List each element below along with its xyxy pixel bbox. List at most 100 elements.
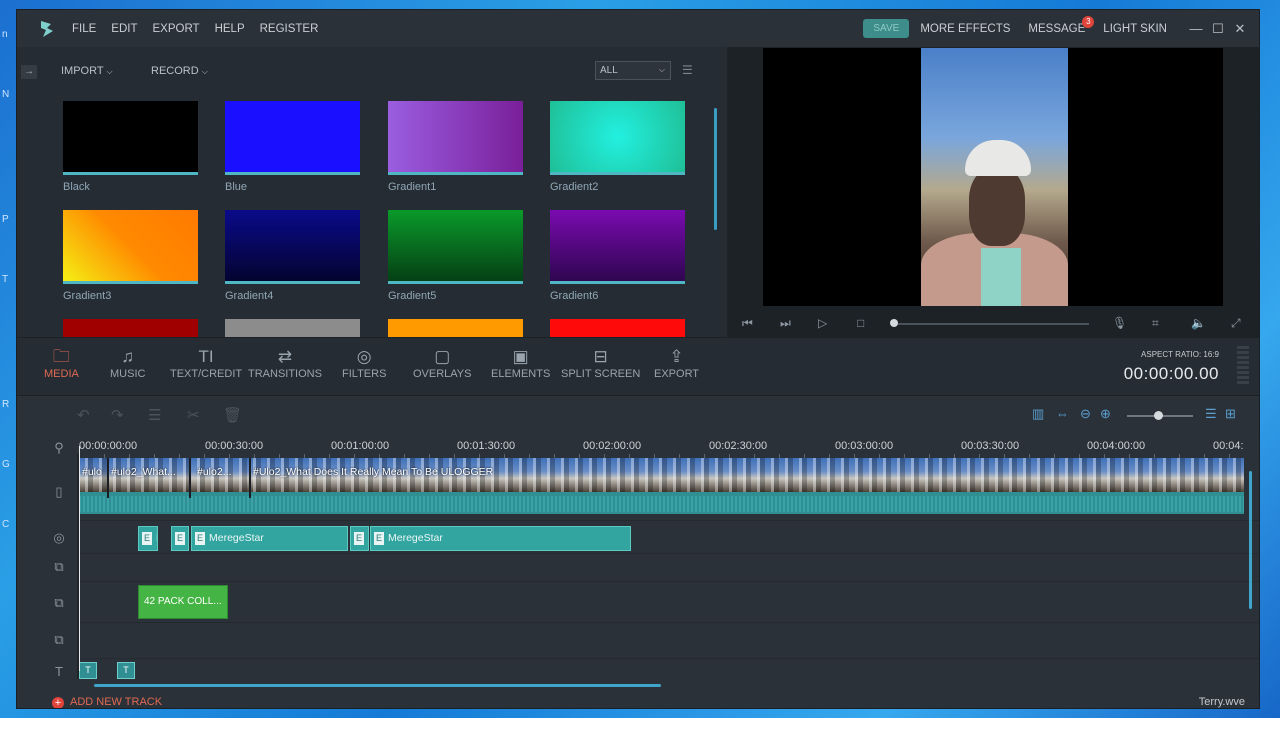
cut-icon[interactable]: ✂ [187, 406, 200, 424]
media-item[interactable]: Gradient3 [63, 210, 198, 302]
media-item[interactable]: Gradient4 [225, 210, 360, 302]
tab-overlays[interactable]: ▢ OVERLAYS [413, 346, 472, 380]
chevron-down-icon: ⌵ [106, 67, 113, 76]
add-new-track-button[interactable]: + ADD NEW TRACK [52, 696, 162, 708]
effect-clip[interactable]: E MeregeStar [191, 526, 348, 551]
audio-waveform [79, 496, 1244, 512]
tab-transitions[interactable]: ⇄ TRANSITIONS [248, 346, 322, 380]
collapse-arrow-icon[interactable]: → [21, 65, 37, 79]
adjust-icon[interactable]: ☰ [148, 406, 161, 424]
effect-clip-label: MeregeStar [209, 532, 264, 544]
media-item[interactable]: Gradient1 [388, 101, 523, 193]
pip-track-2-icon[interactable]: ⧉ [51, 632, 67, 648]
effect-clip[interactable]: E MeregeStar [370, 526, 631, 551]
minimize-icon[interactable]: — [1185, 21, 1207, 36]
volume-icon[interactable]: 🔈 [1191, 316, 1206, 330]
media-item[interactable]: Black [63, 101, 198, 193]
chevron-down-icon: ⌵ [658, 65, 665, 74]
media-item[interactable]: Gradient5 [388, 210, 523, 302]
tab-music[interactable]: ♫ MUSIC [110, 346, 145, 380]
fullscreen-icon[interactable]: ⤢ [1231, 316, 1241, 331]
close-icon[interactable]: ✕ [1229, 21, 1251, 37]
redo-icon[interactable]: ↷ [111, 406, 124, 424]
effect-clip[interactable]: E [350, 526, 369, 551]
snap-icon[interactable]: ⚲ [51, 440, 67, 456]
video-person-cap [965, 140, 1031, 176]
ruler-time-label: 00:00:00:00 [79, 440, 138, 452]
message-label: MESSAGE [1028, 22, 1086, 35]
tab-split-screen[interactable]: ⊟ SPLIT SCREEN [561, 346, 640, 380]
video-track-clip[interactable]: #ulo #ulo2_What... #ulo2... #Ulo2_What D… [79, 458, 1244, 514]
timeline-horizontal-scrollbar[interactable] [94, 684, 661, 687]
media-filter-select[interactable]: ALL ⌵ [595, 61, 671, 80]
camera-icon[interactable]: ⌗ [1152, 316, 1159, 331]
media-thumbnail [388, 210, 523, 284]
overlay-track-icon[interactable]: ⧉ [51, 559, 67, 575]
media-item[interactable]: Gradient6 [550, 210, 685, 302]
pip-track-icon[interactable]: ⧉ [51, 595, 67, 611]
effect-clip[interactable]: E [171, 526, 189, 551]
video-clip-label: #ulo2_What... [111, 466, 176, 478]
tab-elements[interactable]: ▣ ELEMENTS [491, 346, 550, 380]
text-track-icon[interactable]: T [51, 664, 67, 679]
record-label: RECORD [151, 65, 199, 77]
aspect-ratio-label: ASPECT RATIO: 16:9 [1141, 350, 1219, 359]
seek-bar[interactable] [893, 323, 1089, 325]
light-skin-link[interactable]: LIGHT SKIN [1103, 23, 1167, 35]
list-view-icon[interactable]: ☰ [682, 63, 693, 77]
media-item-label: Gradient2 [550, 181, 599, 193]
image-icon: ▣ [512, 347, 529, 366]
delete-icon[interactable]: 🗑 [223, 406, 242, 424]
overlay-clip[interactable]: 42 PACK COLL... [138, 585, 228, 619]
list-view-icon[interactable]: ☰ [1205, 406, 1217, 422]
playhead[interactable] [79, 446, 80, 671]
media-item[interactable]: Gradient2 [550, 101, 685, 193]
maximize-icon[interactable]: ☐ [1207, 21, 1229, 37]
tab-media[interactable]: 🗀 MEDIA [44, 346, 79, 380]
tab-label: OVERLAYS [413, 368, 472, 380]
menu-edit[interactable]: EDIT [111, 23, 137, 35]
effect-badge-icon: E [142, 531, 152, 545]
microphone-icon[interactable]: 🎙 [1112, 316, 1127, 330]
effects-track-icon[interactable]: ◎ [51, 530, 67, 546]
text-icon: TI [198, 347, 214, 366]
text-clip[interactable]: T [79, 662, 97, 679]
media-item[interactable]: Blue [225, 101, 360, 193]
step-forward-icon[interactable]: ⏭ [780, 316, 791, 331]
effect-clip[interactable]: EP [138, 526, 158, 551]
save-button[interactable]: SAVE [863, 19, 910, 38]
tab-text-credit[interactable]: TI TEXT/CREDIT [170, 346, 242, 380]
tab-export[interactable]: ⇪ EXPORT [654, 346, 699, 380]
message-badge: 3 [1082, 15, 1095, 28]
audio-mixer-icon[interactable]: ▥ [1032, 406, 1044, 422]
stop-icon[interactable]: □ [857, 316, 864, 330]
grid-view-icon[interactable]: ⊞ [1225, 406, 1236, 422]
timeline-vertical-scrollbar[interactable] [1249, 471, 1252, 609]
record-dropdown[interactable]: RECORD ⌵ [151, 65, 208, 77]
zoom-out-icon[interactable]: ⊖ [1080, 406, 1091, 422]
seek-handle[interactable] [890, 319, 898, 327]
undo-icon[interactable]: ↶ [77, 406, 90, 424]
menu-help[interactable]: HELP [215, 23, 245, 35]
video-frame-image [921, 48, 1068, 306]
plus-icon: + [52, 697, 64, 708]
tab-filters[interactable]: ◎ FILTERS [342, 346, 386, 380]
export-icon: ⇪ [669, 347, 684, 366]
skip-back-icon[interactable]: ⏮ [742, 316, 753, 331]
menu-export[interactable]: EXPORT [153, 23, 200, 35]
tab-label: MEDIA [44, 368, 79, 380]
effect-clip-label: MeregeStar [388, 532, 443, 544]
menu-register[interactable]: REGISTER [260, 23, 319, 35]
zoom-in-icon[interactable]: ⊕ [1100, 406, 1111, 422]
message-link[interactable]: MESSAGE 3 [1028, 15, 1095, 35]
menu-file[interactable]: FILE [72, 23, 96, 35]
more-effects-link[interactable]: MORE EFFECTS [920, 23, 1010, 35]
media-item-label: Gradient6 [550, 290, 599, 302]
play-icon[interactable]: ▷ [818, 316, 827, 330]
media-scrollbar[interactable] [714, 108, 717, 230]
fit-timeline-icon[interactable]: ⇔ [1056, 406, 1069, 421]
text-clip[interactable]: T [117, 662, 135, 679]
import-dropdown[interactable]: IMPORT ⌵ [61, 65, 113, 77]
video-track-icon[interactable]: ▯ [51, 484, 67, 500]
zoom-slider-handle[interactable] [1154, 411, 1163, 420]
